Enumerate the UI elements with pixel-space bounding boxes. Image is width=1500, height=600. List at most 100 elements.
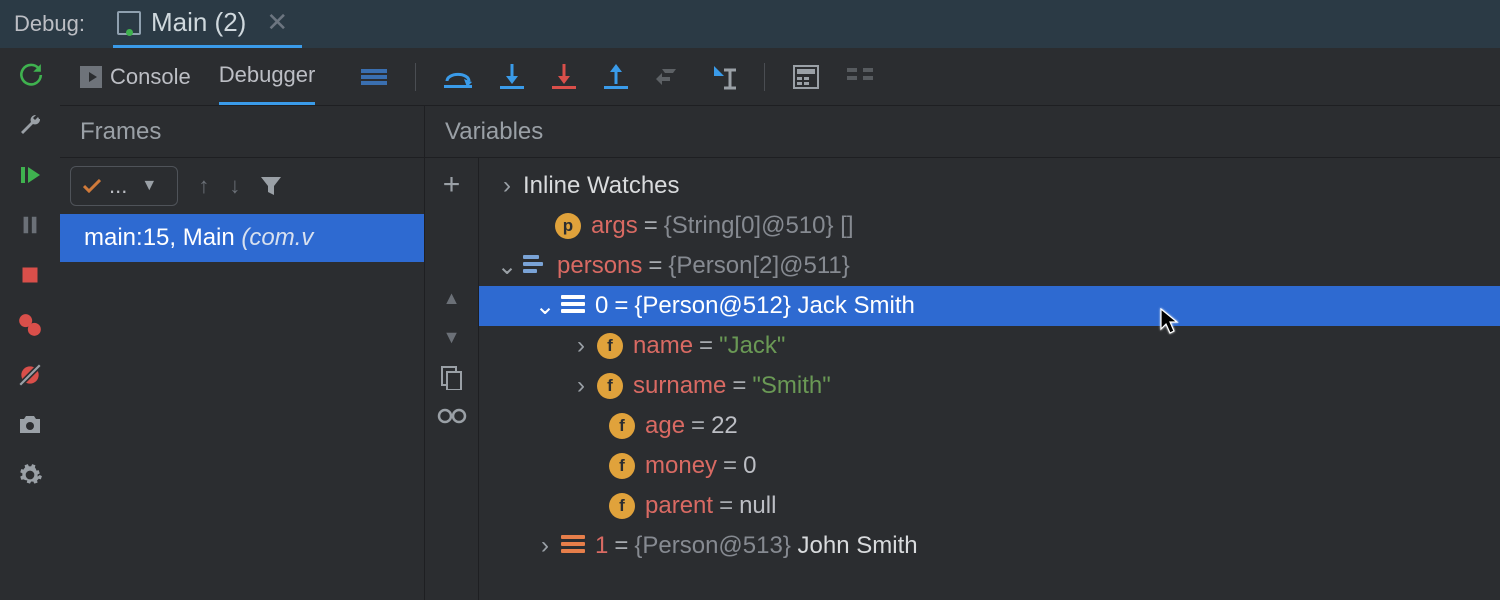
chevron-down-icon: ▼ — [139, 177, 159, 195]
stop-icon[interactable] — [17, 262, 43, 288]
field-badge-icon: f — [609, 493, 635, 519]
gear-icon[interactable] — [17, 462, 43, 488]
object-icon — [561, 295, 585, 317]
field-name[interactable]: › f name = "Jack" — [479, 326, 1500, 366]
drop-frame-icon[interactable] — [656, 65, 682, 89]
stack-frame-row[interactable]: main:15, Main (com.v — [60, 214, 424, 262]
new-watch-icon[interactable]: + — [443, 170, 461, 200]
toolbar-separator — [415, 63, 416, 91]
frames-pane: Frames ... ▼ ↑ ↓ main:15, Main (com.v — [60, 106, 425, 600]
frames-toolbar: ... ▼ ↑ ↓ — [60, 158, 424, 214]
var-tostring: John Smith — [798, 532, 918, 560]
debug-label: Debug: — [14, 11, 85, 37]
pause-icon[interactable] — [17, 212, 43, 238]
var-index: 1 — [595, 532, 608, 560]
camera-icon[interactable] — [17, 412, 43, 438]
var-value: {Person[2]@511} — [668, 252, 849, 280]
step-into-icon[interactable] — [500, 64, 524, 90]
frames-header: Frames — [60, 106, 424, 158]
parameter-badge-icon: p — [555, 213, 581, 239]
variables-tree: › Inline Watches › p args = {String[0]@5… — [479, 158, 1500, 600]
frame-package: (com.v — [241, 224, 313, 251]
var-name: args — [591, 212, 638, 240]
evaluate-expression-icon[interactable] — [793, 65, 819, 89]
variables-pane: Variables + ▲ ▼ › Inline Watc — [425, 106, 1500, 600]
checkmark-icon — [83, 179, 101, 193]
debugger-label: Debugger — [219, 62, 316, 88]
force-step-into-icon[interactable] — [552, 64, 576, 90]
run-to-cursor-icon[interactable] — [710, 64, 736, 90]
close-icon[interactable]: ✕ — [266, 7, 288, 38]
debugger-tab[interactable]: Debugger — [219, 48, 316, 105]
var-value: null — [739, 492, 776, 520]
var-value: "Jack" — [719, 332, 785, 360]
collapse-icon[interactable]: ⌄ — [497, 252, 517, 281]
resume-icon[interactable] — [17, 162, 43, 188]
field-badge-icon: f — [609, 453, 635, 479]
var-type: {Person@513} — [634, 532, 790, 560]
move-up-icon[interactable]: ▲ — [443, 288, 461, 309]
field-parent[interactable]: f parent = null — [479, 486, 1500, 526]
var-value: {String[0]@510} [] — [664, 212, 854, 240]
variables-header: Variables — [425, 106, 1500, 158]
variable-persons[interactable]: ⌄ persons = {Person[2]@511} — [479, 246, 1500, 286]
settings-wrench-icon[interactable] — [17, 112, 43, 138]
expand-icon[interactable]: › — [571, 332, 591, 360]
console-tab[interactable]: Console — [80, 64, 191, 90]
field-badge-icon: f — [597, 373, 623, 399]
console-label: Console — [110, 64, 191, 90]
var-value: "Smith" — [752, 372, 830, 400]
step-out-icon[interactable] — [604, 64, 628, 90]
var-tostring: Jack Smith — [798, 292, 915, 320]
var-type: {Person@512} — [634, 292, 790, 320]
var-name: surname — [633, 372, 726, 400]
debug-main: Console Debugger Frames — [0, 48, 1500, 600]
next-frame-icon[interactable]: ↓ — [229, 173, 240, 199]
collapse-icon[interactable]: ⌄ — [535, 292, 555, 321]
view-breakpoints-icon[interactable] — [17, 312, 43, 338]
mouse-cursor-icon — [1160, 308, 1182, 343]
var-name: parent — [645, 492, 713, 520]
filter-icon[interactable] — [260, 175, 282, 197]
rerun-icon[interactable] — [17, 62, 43, 88]
variable-args[interactable]: › p args = {String[0]@510} [] — [479, 206, 1500, 246]
var-value: 22 — [711, 412, 738, 440]
frame-location: main:15, Main — [84, 224, 241, 251]
step-actions — [361, 63, 873, 91]
debug-topbar: Debug: Main (2) ✕ — [0, 0, 1500, 48]
var-name: age — [645, 412, 685, 440]
thread-selector[interactable]: ... ▼ — [70, 166, 178, 206]
mute-breakpoints-icon[interactable] — [17, 362, 43, 388]
variable-persons-0[interactable]: ⌄ 0 = {Person@512} Jack Smith — [479, 286, 1500, 326]
trace-current-stream-chain-icon[interactable] — [847, 66, 873, 88]
prev-frame-icon[interactable]: ↑ — [198, 173, 209, 199]
panes-row: Frames ... ▼ ↑ ↓ main:15, Main (com.v — [60, 106, 1500, 600]
copy-icon[interactable] — [441, 366, 463, 390]
left-icon-rail — [0, 48, 60, 600]
var-name: persons — [557, 252, 642, 280]
thread-selector-dots: ... — [109, 173, 127, 199]
expand-icon[interactable]: › — [535, 532, 555, 560]
step-over-icon[interactable] — [444, 65, 472, 89]
toolbar-separator — [764, 63, 765, 91]
variables-gutter: + ▲ ▼ — [425, 158, 479, 600]
field-surname[interactable]: › f surname = "Smith" — [479, 366, 1500, 406]
expand-icon[interactable]: › — [571, 372, 591, 400]
variable-persons-1[interactable]: › 1 = {Person@513} John Smith — [479, 526, 1500, 566]
field-badge-icon: f — [597, 333, 623, 359]
inline-watches-node[interactable]: › Inline Watches — [479, 166, 1500, 206]
var-name: money — [645, 452, 717, 480]
run-config-icon — [117, 11, 141, 35]
field-money[interactable]: f money = 0 — [479, 446, 1500, 486]
glasses-icon[interactable] — [437, 408, 467, 424]
run-config-tab[interactable]: Main (2) ✕ — [113, 0, 302, 48]
var-value: 0 — [743, 452, 756, 480]
show-execution-point-icon[interactable] — [361, 67, 387, 87]
debug-toolbar: Console Debugger — [60, 48, 1500, 106]
field-badge-icon: f — [609, 413, 635, 439]
inline-watches-label: Inline Watches — [523, 172, 680, 200]
move-down-icon[interactable]: ▼ — [443, 327, 461, 348]
var-index: 0 — [595, 292, 608, 320]
field-age[interactable]: f age = 22 — [479, 406, 1500, 446]
expand-icon[interactable]: › — [497, 172, 517, 200]
